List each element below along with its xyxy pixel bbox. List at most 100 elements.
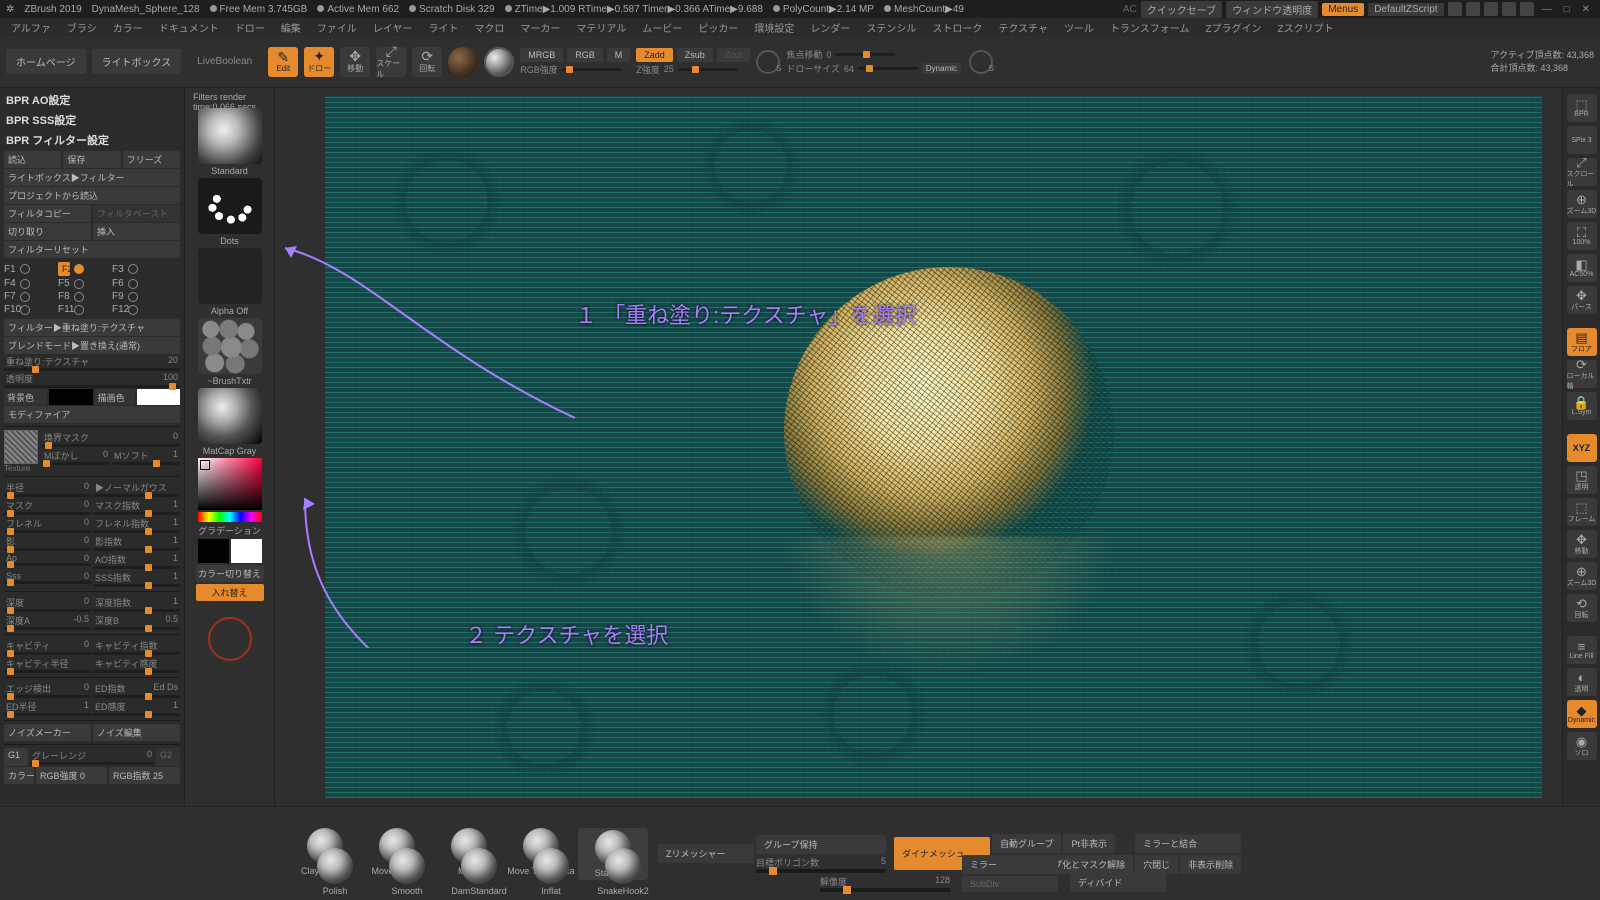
right-フロア[interactable]: ▤フロア [1567, 328, 1597, 356]
modifier-button[interactable]: モディファイア [4, 406, 180, 423]
move-mode-button[interactable]: ✥移動 [340, 47, 370, 77]
opacity-slider[interactable]: 透明度100 [4, 372, 180, 388]
zcut-button[interactable]: Zcut [717, 48, 751, 62]
right-Line Fill[interactable]: ≡Line Fill [1567, 636, 1597, 664]
zsub-button[interactable]: Zsub [677, 48, 713, 62]
slider-影指数[interactable]: 影指数1 [93, 535, 180, 551]
liveboolean-button[interactable]: LiveBoolean [187, 51, 262, 72]
rgb-intensity-slider[interactable] [562, 68, 622, 71]
right-L.Sym[interactable]: 🔒L.Sym [1567, 392, 1597, 420]
maximize-icon[interactable]: □ [1560, 4, 1574, 15]
noise-edit-button[interactable]: ノイズ編集 [93, 724, 180, 741]
zremesher-button[interactable]: Zリメッシャー [658, 844, 754, 863]
slider-ED半径[interactable]: ED半径1 [4, 700, 91, 716]
canvas-area[interactable]: １ 「重ね塗り:テクスチャ」を選択 ２ テクスチャを選択 [275, 88, 1562, 806]
menus-button[interactable]: Menus [1322, 3, 1364, 16]
m-soft-slider[interactable]: Mソフト1 [112, 449, 180, 465]
default-zscript[interactable]: DefaultZScript [1368, 3, 1443, 16]
menu-ドロー[interactable]: ドロー [228, 18, 272, 37]
filter-reset-button[interactable]: フィルターリセット [4, 241, 180, 258]
swap-button[interactable]: 入れ替え [196, 584, 264, 601]
primary-color-swatch[interactable] [231, 539, 262, 563]
brush-DamStandard[interactable]: DamStandard [444, 848, 514, 896]
sv-picker[interactable] [198, 458, 262, 510]
boundary-mask-slider[interactable]: 境界マスク0 [42, 431, 180, 447]
mrgb-button[interactable]: MRGB [520, 48, 563, 62]
right-SPix 3[interactable]: SPix 3 [1567, 126, 1597, 154]
blend-mode-button[interactable]: ブレンドモード▶置き換え(通常) [4, 337, 180, 354]
subdiv-label[interactable]: SubDiv [962, 876, 1058, 892]
right-透明[interactable]: ◳透明 [1567, 466, 1597, 494]
drawsize-gear-icon[interactable] [969, 50, 993, 74]
color-picker[interactable]: グラデーション [194, 458, 266, 537]
overlay-slider[interactable]: 重ね塗り:テクスチャ20 [4, 355, 180, 371]
right-スクロール[interactable]: ⤢スクロール [1567, 158, 1597, 186]
settings-icon[interactable] [1502, 2, 1516, 16]
right-XYZ[interactable]: XYZ [1567, 434, 1597, 462]
edit-mode-button[interactable]: ✎Edit [268, 47, 298, 77]
resolution-slider[interactable]: 解像度128 [820, 875, 950, 892]
f4-radio[interactable] [20, 279, 30, 289]
menu-カラー[interactable]: カラー [106, 18, 150, 37]
slider-SSS指数[interactable]: SSS指数1 [93, 571, 180, 587]
noise-maker-button[interactable]: ノイズメーカー [4, 724, 91, 741]
slider-キャビティ感度[interactable]: キャビティ感度 [93, 657, 180, 673]
keep-groups-button[interactable]: グループ保持 [756, 835, 886, 854]
f9-radio[interactable] [128, 292, 138, 302]
hue-slider[interactable] [198, 512, 262, 522]
slider-影[interactable]: 影0 [4, 535, 91, 551]
lightbox-filter-button[interactable]: ライトボックス▶フィルター [4, 169, 180, 186]
menu-Zスクリプト[interactable]: Zスクリプト [1271, 18, 1341, 37]
brush-Polish[interactable]: Polish [300, 848, 370, 896]
save-button[interactable]: 保存 [63, 151, 120, 168]
menu-ブラシ[interactable]: ブラシ [60, 18, 104, 37]
insert-button[interactable]: 挿入 [93, 223, 180, 240]
slider-AO指数[interactable]: AO指数1 [93, 553, 180, 569]
f1-radio[interactable] [20, 264, 30, 274]
filter-copy-button[interactable]: フィルタコピー [4, 205, 91, 222]
f10-radio[interactable] [20, 305, 30, 315]
pt-hide-button[interactable]: Pt非表示 [1063, 834, 1115, 853]
m-blur-slider[interactable]: Mぼかし0 [42, 449, 110, 465]
rgb-exp-slider[interactable]: RGB指数 25 [109, 767, 180, 784]
bg-color-swatch[interactable] [49, 389, 92, 405]
right-ローカル軸[interactable]: ⟳ローカル軸 [1567, 360, 1597, 388]
menu-ステンシル[interactable]: ステンシル [859, 18, 923, 37]
f6-radio[interactable] [128, 279, 138, 289]
slider-半径[interactable]: 半径0 [4, 481, 91, 497]
slider-Ao[interactable]: Ao0 [4, 553, 91, 569]
slider-深度B[interactable]: 深度B0.5 [93, 614, 180, 630]
slider-フレネル[interactable]: フレネル0 [4, 517, 91, 533]
menu-ファイル[interactable]: ファイル [310, 18, 364, 37]
right-ソロ[interactable]: ◉ソロ [1567, 732, 1597, 760]
dynamic-button[interactable]: Dynamic [922, 63, 961, 74]
right-フレーム[interactable]: ⬚フレーム [1567, 498, 1597, 526]
slider-キャビティ半径[interactable]: キャビティ半径 [4, 657, 91, 673]
menu-レンダー[interactable]: レンダー [803, 18, 857, 37]
drawsize-slider[interactable] [858, 67, 918, 70]
right-BPR[interactable]: ⬚BPR [1567, 94, 1597, 122]
gyro-icon[interactable] [484, 47, 514, 77]
filter-paste-button[interactable]: フィルタペースト [93, 205, 180, 222]
right-ズーム3D[interactable]: ⊕ズーム3D [1567, 190, 1597, 218]
freeze-button[interactable]: フリーズ [123, 151, 180, 168]
slider-▶ノーマルガウス[interactable]: ▶ノーマルガウス [93, 481, 180, 497]
autogroup-button[interactable]: 自動グループ [992, 834, 1061, 853]
material-selector[interactable]: MatCap Gray [194, 388, 266, 456]
focal-slider[interactable] [835, 53, 895, 56]
menu-マクロ[interactable]: マクロ [467, 18, 511, 37]
slider-ED指数[interactable]: ED指数Ed Ds [93, 682, 180, 698]
f7-radio[interactable] [20, 292, 30, 302]
lightbox-button[interactable]: ライトボックス [92, 49, 182, 74]
menu-ドキュメント[interactable]: ドキュメント [152, 18, 226, 37]
z-intensity-slider[interactable] [678, 68, 738, 71]
layout-icon[interactable] [1448, 2, 1462, 16]
texture-thumbnail[interactable] [4, 430, 38, 464]
slider-キャビティ指数[interactable]: キャビティ指数 [93, 639, 180, 655]
draw-color-label[interactable]: 描画色 [95, 389, 135, 405]
menu-ムービー[interactable]: ムービー [635, 18, 689, 37]
slider-ED感度[interactable]: ED感度1 [93, 700, 180, 716]
menu-ストローク[interactable]: ストローク [925, 18, 989, 37]
slider-エッジ検出[interactable]: エッジ検出0 [4, 682, 91, 698]
menu-マテリアル[interactable]: マテリアル [569, 18, 633, 37]
